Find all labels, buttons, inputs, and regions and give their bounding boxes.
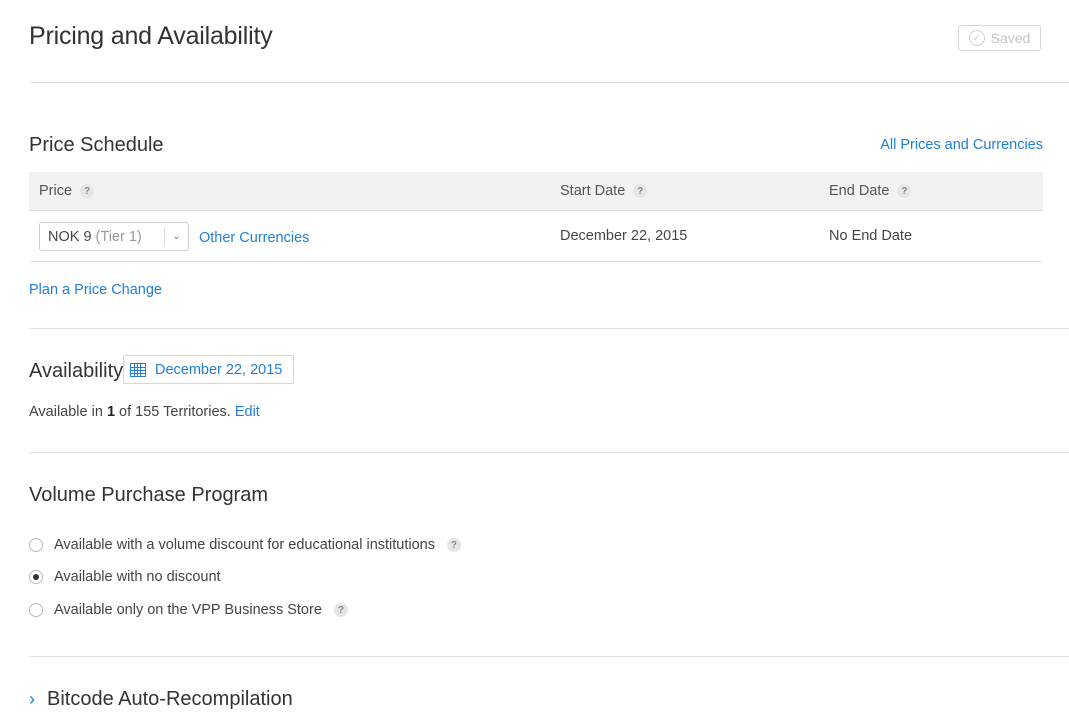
help-icon[interactable]: ?: [333, 603, 348, 617]
plan-price-change-link[interactable]: Plan a Price Change: [29, 282, 162, 298]
price-tier-value: NOK 9 (Tier 1): [40, 229, 164, 245]
territories-count: 1: [106, 404, 116, 420]
column-end-date: End Date ?: [829, 183, 912, 199]
divider: [29, 452, 1069, 453]
other-currencies-link[interactable]: Other Currencies: [199, 230, 309, 246]
vpp-option-no-discount[interactable]: Available with no discount: [29, 569, 221, 585]
radio-button-selected[interactable]: [29, 570, 43, 584]
help-icon[interactable]: ?: [897, 184, 912, 198]
vpp-option-business-store[interactable]: Available only on the VPP Business Store…: [29, 602, 348, 618]
chevron-down-icon: ⌄: [172, 231, 181, 242]
column-start-date: Start Date ?: [560, 183, 648, 199]
territories-text: Available in 1 of 155 Territories. Edit: [29, 404, 260, 420]
vpp-title: Volume Purchase Program: [29, 484, 269, 506]
divider: [29, 656, 1069, 657]
end-date-value: No End Date: [829, 228, 913, 244]
divider: [29, 328, 1069, 329]
vpp-option-label: Available only on the VPP Business Store: [54, 602, 322, 618]
saved-label: Saved: [990, 30, 1031, 46]
bitcode-title: Bitcode Auto-Recompilation: [47, 688, 293, 710]
divider: [29, 82, 1069, 83]
help-icon[interactable]: ?: [446, 538, 461, 552]
availability-date-button[interactable]: December 22, 2015: [123, 355, 294, 384]
start-date-value: December 22, 2015: [560, 228, 688, 244]
table-row: NOK 9 (Tier 1) ⌄ Other Currencies Decemb…: [29, 212, 1043, 262]
price-tier: (Tier 1): [95, 228, 142, 245]
territories-suffix: of 155 Territories.: [119, 404, 231, 420]
territories-prefix: Available in: [29, 404, 103, 420]
bitcode-section-toggle[interactable]: › Bitcode Auto-Recompilation: [29, 688, 293, 711]
column-start-date-label: Start Date: [560, 183, 626, 199]
help-icon[interactable]: ?: [633, 184, 648, 198]
column-end-date-label: End Date: [829, 183, 890, 199]
price-tier-select[interactable]: NOK 9 (Tier 1) ⌄: [39, 222, 189, 251]
price-value: NOK 9: [48, 228, 92, 245]
vpp-option-label: Available with a volume discount for edu…: [54, 537, 435, 553]
vpp-option-education[interactable]: Available with a volume discount for edu…: [29, 537, 461, 553]
all-prices-link[interactable]: All Prices and Currencies: [880, 137, 1043, 153]
vpp-option-label: Available with no discount: [54, 569, 221, 585]
column-price-label: Price: [39, 183, 73, 199]
price-schedule-title: Price Schedule: [29, 134, 164, 156]
edit-territories-link[interactable]: Edit: [235, 404, 260, 420]
page-title: Pricing and Availability: [29, 22, 273, 50]
chevron-right-icon: ›: [29, 689, 35, 709]
column-price: Price ?: [39, 183, 95, 199]
help-icon[interactable]: ?: [80, 184, 95, 198]
calendar-icon: [130, 362, 146, 377]
availability-title: Availability: [29, 360, 124, 382]
checkmark-icon: ✓: [968, 30, 985, 46]
radio-button[interactable]: [29, 603, 43, 617]
availability-date: December 22, 2015: [155, 361, 283, 378]
saved-button[interactable]: ✓ Saved: [958, 25, 1041, 51]
price-table-header: Price ? Start Date ? End Date ?: [29, 172, 1043, 211]
radio-button[interactable]: [29, 538, 43, 552]
